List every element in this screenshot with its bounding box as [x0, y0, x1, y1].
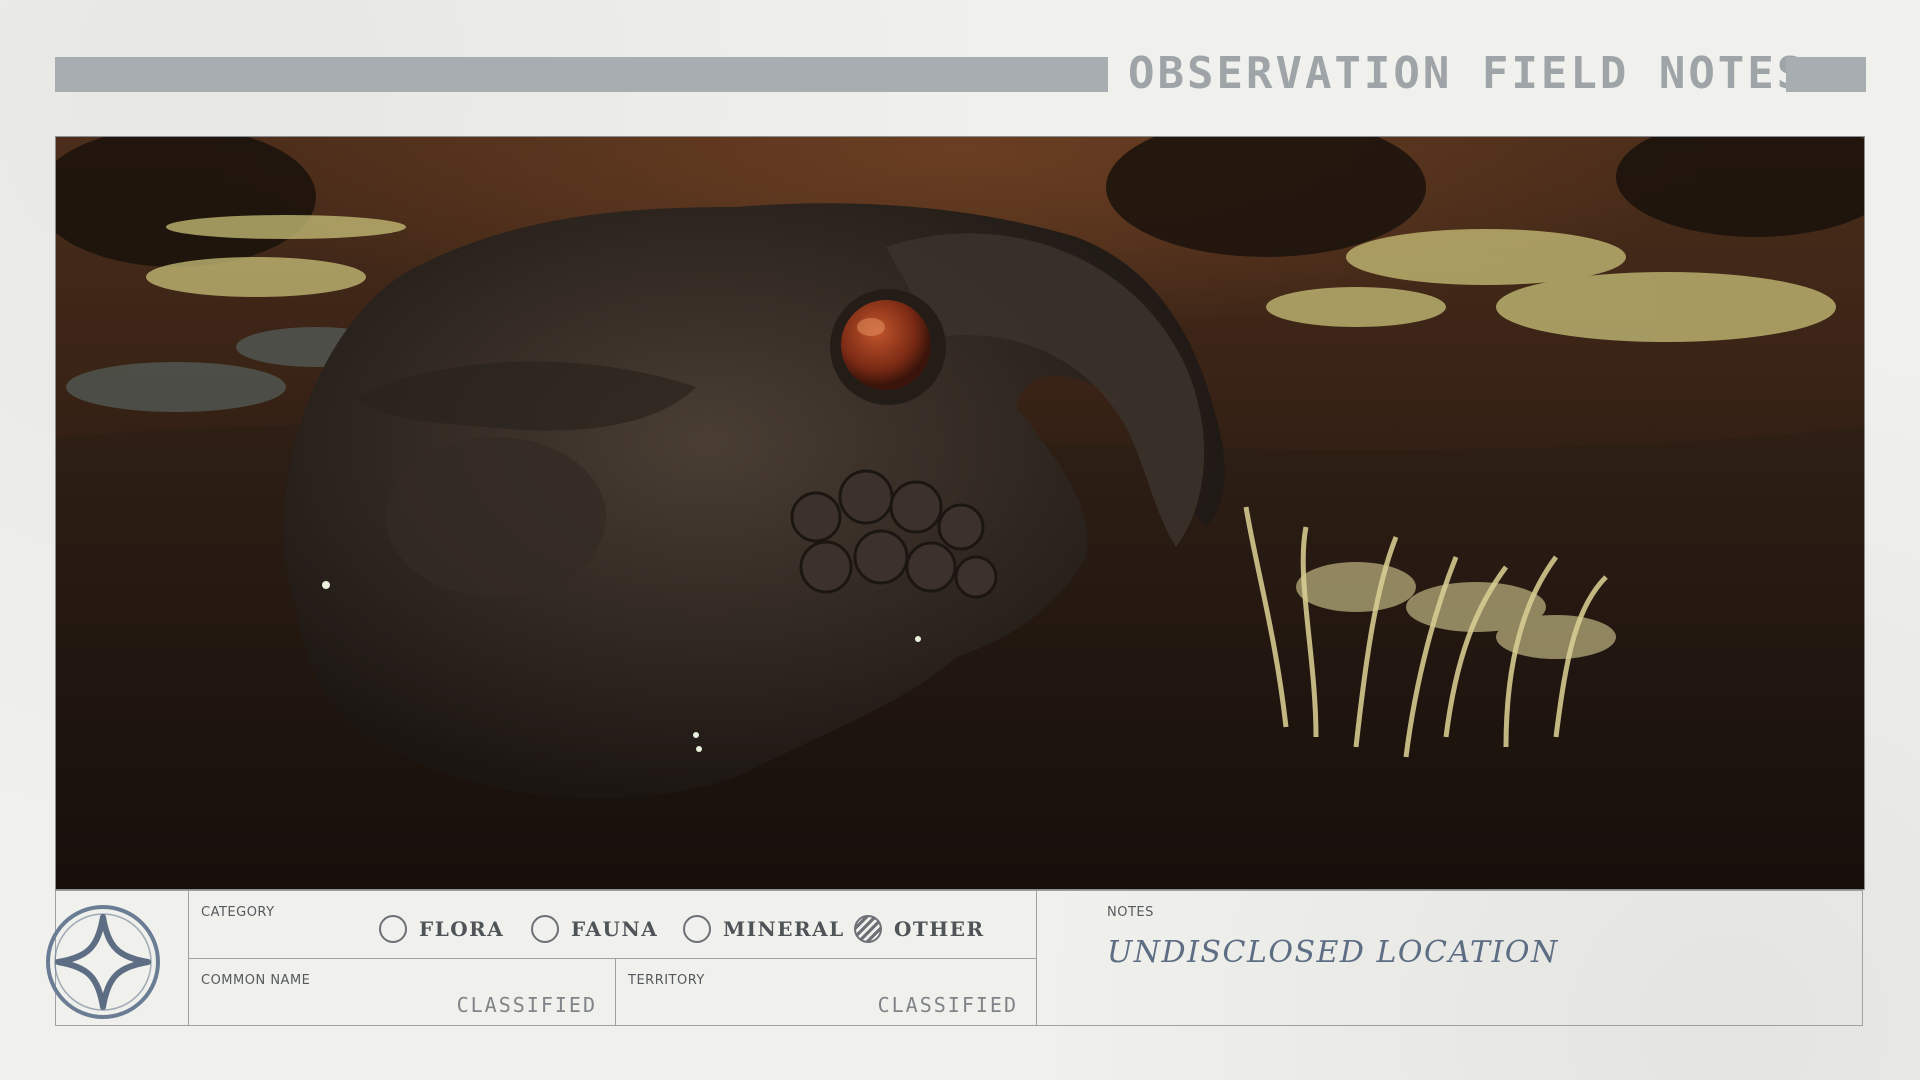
creature-skull-photo — [55, 136, 1865, 890]
four-point-star-seal-icon — [44, 903, 162, 1021]
common-name-value: CLASSIFIED — [456, 993, 597, 1017]
category-row: CATEGORY FLORA FAUNA MINERAL OTHER — [189, 891, 1036, 959]
category-label: CATEGORY — [201, 905, 275, 920]
notes-cell: NOTES UNDISCLOSED LOCATION — [1037, 891, 1862, 1025]
mineral-label: MINERAL — [723, 917, 845, 941]
flora-label: FLORA — [419, 917, 505, 941]
territory-cell: TERRITORY CLASSIFIED — [616, 959, 1037, 1025]
emblem-cell — [46, 891, 189, 1025]
territory-label: TERRITORY — [628, 973, 705, 988]
page-title: OBSERVATION FIELD NOTES — [1128, 48, 1807, 99]
field-notes-form: CATEGORY FLORA FAUNA MINERAL OTHER COMMO… — [46, 890, 1863, 1026]
category-option-flora[interactable]: FLORA — [379, 913, 504, 945]
notes-label: NOTES — [1107, 905, 1154, 920]
other-radio-selected[interactable] — [854, 915, 882, 943]
notes-value: UNDISCLOSED LOCATION — [1107, 935, 1559, 970]
fauna-radio[interactable] — [531, 915, 559, 943]
fauna-label: FAUNA — [571, 917, 659, 941]
category-option-other[interactable]: OTHER — [854, 913, 985, 945]
mineral-radio[interactable] — [683, 915, 711, 943]
field-notes-card: OBSERVATION FIELD NOTES CATEGORY FLORA F… — [0, 0, 1920, 1080]
common-name-cell: COMMON NAME CLASSIFIED — [189, 959, 616, 1025]
category-option-fauna[interactable]: FAUNA — [531, 913, 658, 945]
territory-value: CLASSIFIED — [877, 993, 1018, 1017]
flora-radio[interactable] — [379, 915, 407, 943]
category-option-mineral[interactable]: MINERAL — [683, 913, 845, 945]
other-label: OTHER — [894, 917, 985, 941]
common-name-label: COMMON NAME — [201, 973, 311, 988]
header-bar-right — [1786, 57, 1866, 92]
header-bar-left — [55, 57, 1108, 92]
